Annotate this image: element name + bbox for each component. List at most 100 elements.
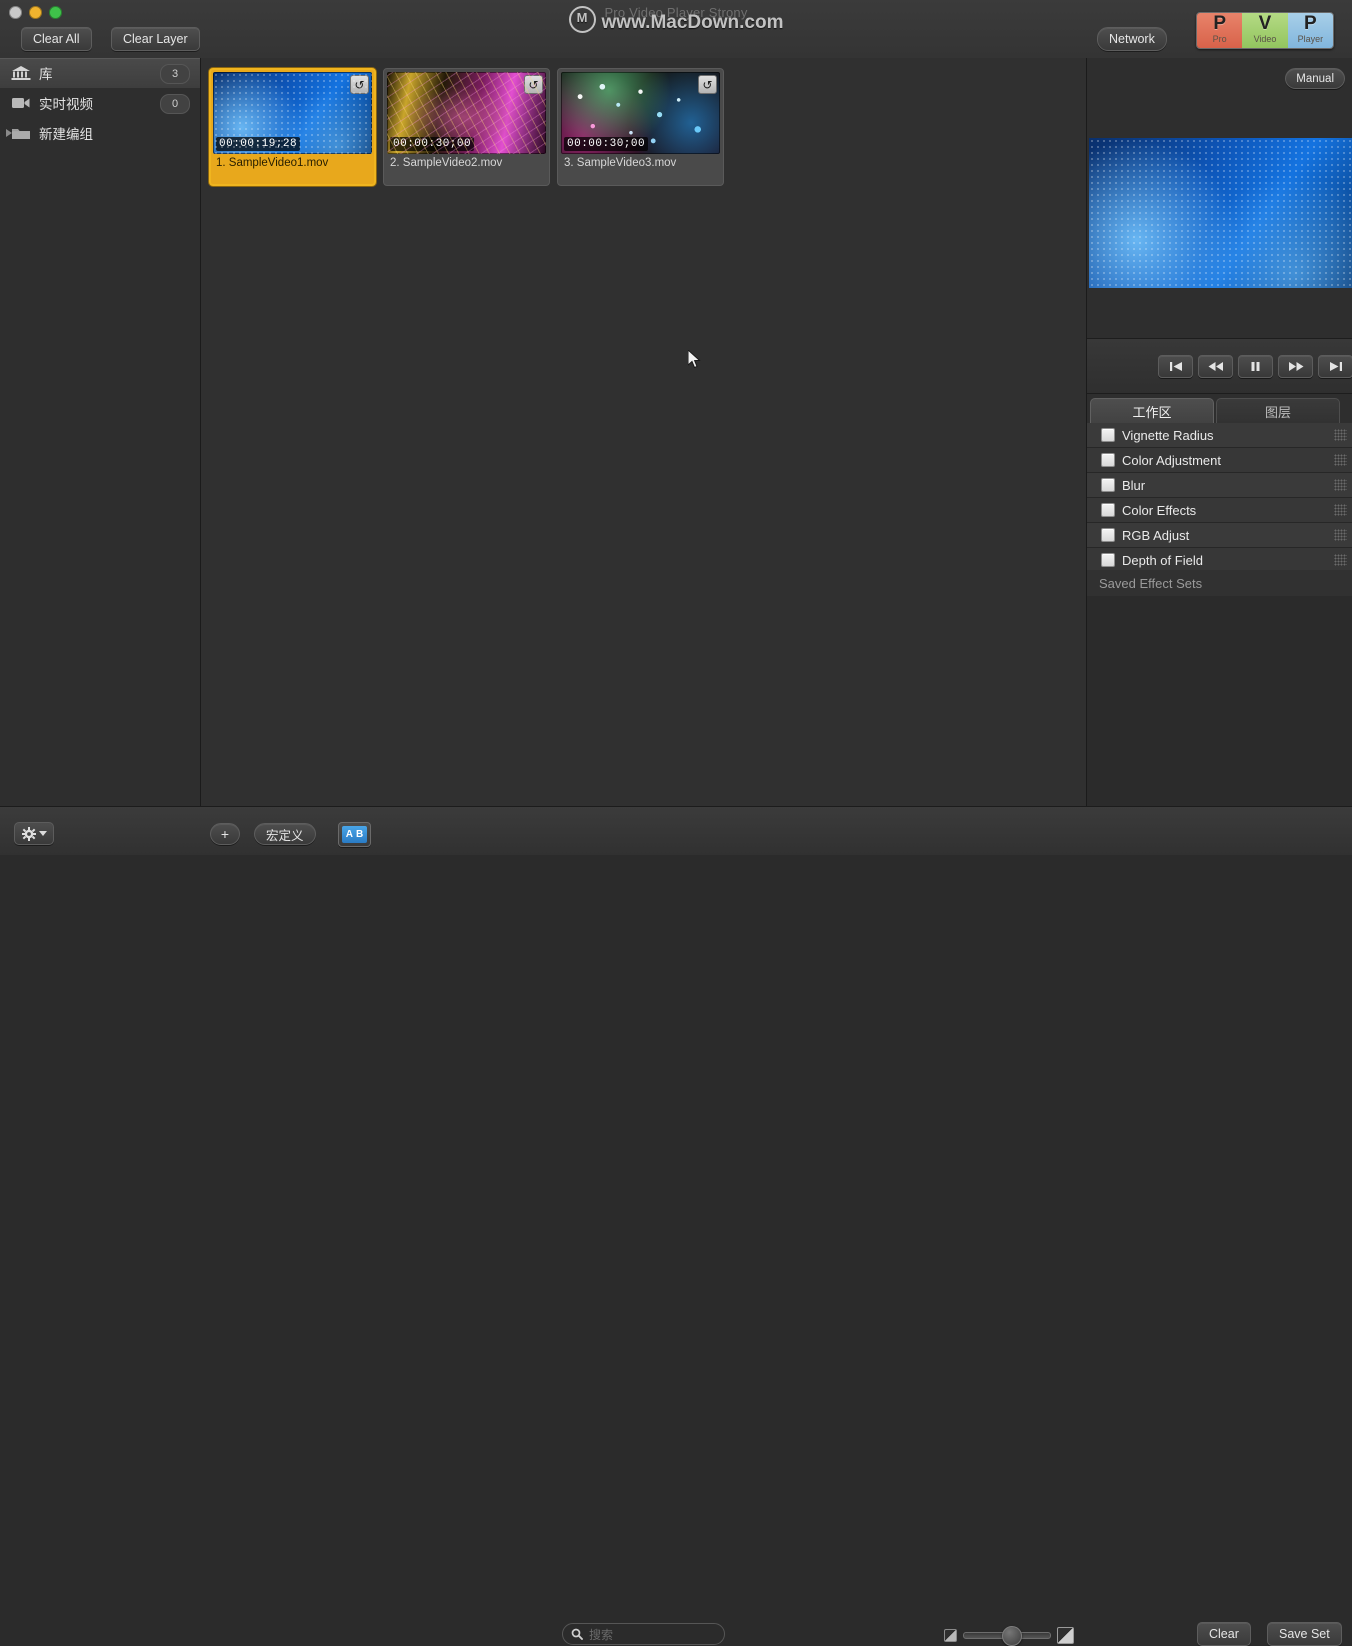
macdown-circle-logo-icon xyxy=(568,6,596,33)
tab-layers[interactable]: 图层 xyxy=(1216,398,1340,423)
clip-name: 2. SampleVideo2.mov xyxy=(390,157,503,169)
clip-timecode: 00:00:30;00 xyxy=(390,137,475,151)
clear-button[interactable]: Clear xyxy=(1197,1622,1251,1646)
skip-back-icon xyxy=(1169,361,1182,371)
preview-monitor[interactable] xyxy=(1089,138,1352,288)
pause-icon xyxy=(1251,361,1260,371)
clip-browser[interactable]: 00:00:19;28 ↺ 1. SampleVideo1.mov 00:00:… xyxy=(201,58,1086,806)
clip-item[interactable]: 00:00:30;00 ↺ 3. SampleVideo3.mov xyxy=(557,68,724,186)
sidebar-label-library: 库 xyxy=(39,67,53,82)
window-controls xyxy=(9,6,62,19)
drag-handle-icon[interactable] xyxy=(1334,504,1347,516)
folder-icon xyxy=(10,124,32,142)
title-bar: Pro Video Player Strony www.MacDown.com … xyxy=(0,0,1352,59)
effect-row[interactable]: Color Adjustment xyxy=(1087,448,1352,473)
saved-effect-sets-list[interactable] xyxy=(1087,596,1352,806)
sidebar: 库 3 实时视频 0 新建编组 xyxy=(0,58,201,806)
save-set-button[interactable]: Save Set xyxy=(1267,1622,1342,1646)
effect-checkbox[interactable] xyxy=(1101,453,1115,467)
logo-word-video: Video xyxy=(1253,34,1277,44)
add-button[interactable]: + xyxy=(210,823,240,845)
settings-menu-button[interactable] xyxy=(14,822,54,845)
clip-timecode: 00:00:19;28 xyxy=(216,137,301,151)
clip-name: 1. SampleVideo1.mov xyxy=(216,157,329,169)
ab-label-a: A xyxy=(345,829,353,840)
ab-compare-icon: A B xyxy=(342,826,367,843)
rewind-icon xyxy=(1208,361,1223,371)
effect-label: Vignette Radius xyxy=(1122,427,1214,443)
close-button[interactable] xyxy=(9,6,22,19)
pause-button[interactable] xyxy=(1238,354,1273,378)
logo-segment-pro: P Pro xyxy=(1197,13,1243,48)
fast-forward-button[interactable] xyxy=(1278,354,1313,378)
thumbnail-size-slider[interactable] xyxy=(944,1625,1074,1646)
clip-timecode: 00:00:30;00 xyxy=(564,137,649,151)
sidebar-item-library[interactable]: 库 3 xyxy=(0,58,200,88)
drag-handle-icon[interactable] xyxy=(1334,554,1347,566)
drag-handle-icon[interactable] xyxy=(1334,479,1347,491)
minimize-button[interactable] xyxy=(29,6,42,19)
clip-grid: 00:00:19;28 ↺ 1. SampleVideo1.mov 00:00:… xyxy=(209,68,724,186)
small-thumbnail-icon[interactable] xyxy=(944,1628,957,1642)
slider-knob[interactable] xyxy=(1001,1625,1022,1646)
sidebar-label-live-video: 实时视频 xyxy=(39,97,93,112)
loop-icon[interactable]: ↺ xyxy=(698,75,717,94)
application-window: Pro Video Player Strony www.MacDown.com … xyxy=(0,0,1352,1646)
effect-checkbox[interactable] xyxy=(1101,528,1115,542)
loop-icon[interactable]: ↺ xyxy=(524,75,543,94)
video-camera-icon xyxy=(10,94,32,112)
effect-label: RGB Adjust xyxy=(1122,527,1190,543)
clip-thumbnail: 00:00:30;00 ↺ xyxy=(561,72,720,154)
clear-all-button[interactable]: Clear All xyxy=(21,27,92,51)
clip-item[interactable]: 00:00:30;00 ↺ 2. SampleVideo2.mov xyxy=(383,68,550,186)
bottom-toolbar: + 宏定义 A B 搜索 Clear Save Set xyxy=(0,806,1352,1646)
rewind-button[interactable] xyxy=(1198,354,1233,378)
effect-checkbox[interactable] xyxy=(1101,503,1115,517)
effect-checkbox[interactable] xyxy=(1101,553,1115,567)
clip-item[interactable]: 00:00:19;28 ↺ 1. SampleVideo1.mov xyxy=(209,68,376,186)
sidebar-item-live-video[interactable]: 实时视频 0 xyxy=(0,88,200,118)
ab-compare-button[interactable]: A B xyxy=(338,822,371,847)
sidebar-badge-library: 3 xyxy=(160,64,190,84)
sidebar-item-new-group[interactable]: 新建编组 xyxy=(0,118,200,148)
skip-to-start-button[interactable] xyxy=(1158,354,1193,378)
drag-handle-icon[interactable] xyxy=(1334,529,1347,541)
preview-image xyxy=(1089,138,1352,288)
inspector-tabs: 工作区 图层 xyxy=(1087,398,1352,424)
window-title: Pro Video Player Strony xyxy=(604,5,748,20)
inspector-panel: Manual 工作区 图层 Vignette Radius Color Adju… xyxy=(1086,58,1352,806)
drag-handle-icon[interactable] xyxy=(1334,429,1347,441)
logo-letter-p1: P xyxy=(1213,13,1226,34)
ab-label-b: B xyxy=(356,829,364,840)
manual-button[interactable]: Manual xyxy=(1285,68,1345,89)
slider-track[interactable] xyxy=(963,1625,1051,1646)
sidebar-label-new-group: 新建编组 xyxy=(39,127,93,142)
skip-forward-icon xyxy=(1329,361,1342,371)
effect-label: Color Effects xyxy=(1122,502,1197,518)
large-thumbnail-icon[interactable] xyxy=(1057,1626,1074,1644)
effect-row[interactable]: Vignette Radius xyxy=(1087,423,1352,448)
skip-to-end-button[interactable] xyxy=(1318,354,1352,378)
search-field[interactable]: 搜索 xyxy=(562,1623,725,1645)
zoom-button[interactable] xyxy=(49,6,62,19)
saved-effect-sets-header: Saved Effect Sets xyxy=(1087,570,1352,596)
network-button[interactable]: Network xyxy=(1097,27,1167,51)
effect-checkbox[interactable] xyxy=(1101,478,1115,492)
chevron-right-icon[interactable] xyxy=(6,129,12,137)
effect-label: Depth of Field xyxy=(1122,552,1203,568)
clip-thumbnail: 00:00:30;00 ↺ xyxy=(387,72,546,154)
effect-row[interactable]: Blur xyxy=(1087,473,1352,498)
tab-workspace[interactable]: 工作区 xyxy=(1090,398,1214,423)
chevron-down-icon xyxy=(38,831,47,836)
clip-thumbnail: 00:00:19;28 ↺ xyxy=(213,72,372,154)
logo-segment-player: P Player xyxy=(1287,13,1333,48)
macro-define-button[interactable]: 宏定义 xyxy=(254,823,316,845)
loop-icon[interactable]: ↺ xyxy=(350,75,369,94)
drag-handle-icon[interactable] xyxy=(1334,454,1347,466)
effect-row[interactable]: RGB Adjust xyxy=(1087,523,1352,548)
effect-checkbox[interactable] xyxy=(1101,428,1115,442)
sidebar-badge-live-video: 0 xyxy=(160,94,190,114)
clear-layer-button[interactable]: Clear Layer xyxy=(111,27,200,51)
pvp-logo: P Pro V Video P Player xyxy=(1196,12,1334,49)
effect-row[interactable]: Color Effects xyxy=(1087,498,1352,523)
